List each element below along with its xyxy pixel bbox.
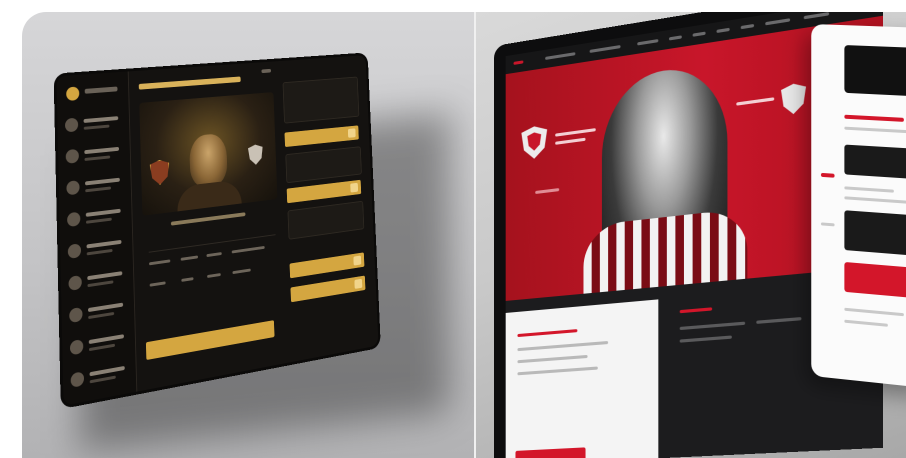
mockup-frame bbox=[22, 12, 906, 458]
info-card bbox=[285, 146, 362, 184]
hero-text-placeholder bbox=[555, 137, 586, 145]
action-button[interactable] bbox=[289, 252, 365, 279]
player-card bbox=[139, 92, 278, 216]
avatar bbox=[67, 243, 82, 259]
sidebar-header-placeholder bbox=[84, 86, 118, 94]
avatar bbox=[68, 275, 82, 291]
player-name-placeholder bbox=[170, 212, 246, 226]
avatar bbox=[70, 371, 85, 388]
hero-text-placeholder bbox=[555, 128, 596, 137]
info-card bbox=[282, 76, 360, 124]
stats-table bbox=[148, 234, 278, 312]
action-button[interactable] bbox=[290, 275, 366, 303]
tablet-main bbox=[135, 61, 289, 390]
opponent-crest-icon bbox=[248, 144, 263, 166]
sidebar-item bbox=[65, 141, 124, 172]
sidebar-item bbox=[68, 265, 126, 299]
tablet-mockup bbox=[56, 55, 379, 406]
club-crest-icon bbox=[150, 159, 170, 186]
action-button[interactable] bbox=[284, 125, 359, 148]
avatar bbox=[66, 180, 80, 196]
phone-card bbox=[844, 210, 906, 257]
club-logo-icon bbox=[66, 86, 80, 102]
nav-placeholder bbox=[261, 68, 272, 74]
info-panel bbox=[505, 299, 659, 458]
tablet-sidebar bbox=[56, 71, 138, 406]
opponent-crest-icon bbox=[781, 82, 806, 116]
phone-card bbox=[844, 144, 906, 180]
avatar bbox=[69, 306, 83, 324]
avatar bbox=[65, 148, 79, 164]
page-title-placeholder bbox=[138, 76, 241, 90]
player-shoulders bbox=[176, 179, 242, 212]
info-card bbox=[287, 200, 365, 240]
phone-heading-placeholder bbox=[844, 114, 904, 122]
sidebar-item bbox=[69, 296, 127, 331]
action-button[interactable] bbox=[286, 179, 362, 204]
sidebar-item bbox=[69, 328, 128, 364]
phone-mockup bbox=[811, 23, 906, 389]
sidebar-item bbox=[70, 359, 128, 396]
sidebar-item bbox=[66, 172, 124, 204]
sidebar-item bbox=[64, 110, 122, 140]
hero-text-placeholder bbox=[736, 97, 775, 106]
sidebar-item bbox=[67, 234, 126, 267]
primary-button[interactable] bbox=[145, 320, 275, 361]
avatar bbox=[64, 117, 79, 133]
sidebar-item bbox=[67, 202, 125, 235]
hero-text-placeholder bbox=[535, 188, 560, 195]
avatar bbox=[69, 339, 84, 356]
phone-header bbox=[844, 45, 906, 97]
player-portrait bbox=[189, 132, 228, 189]
avatar bbox=[67, 211, 81, 228]
phone-cta-button[interactable] bbox=[844, 261, 906, 300]
tablet-right-column bbox=[282, 76, 371, 356]
